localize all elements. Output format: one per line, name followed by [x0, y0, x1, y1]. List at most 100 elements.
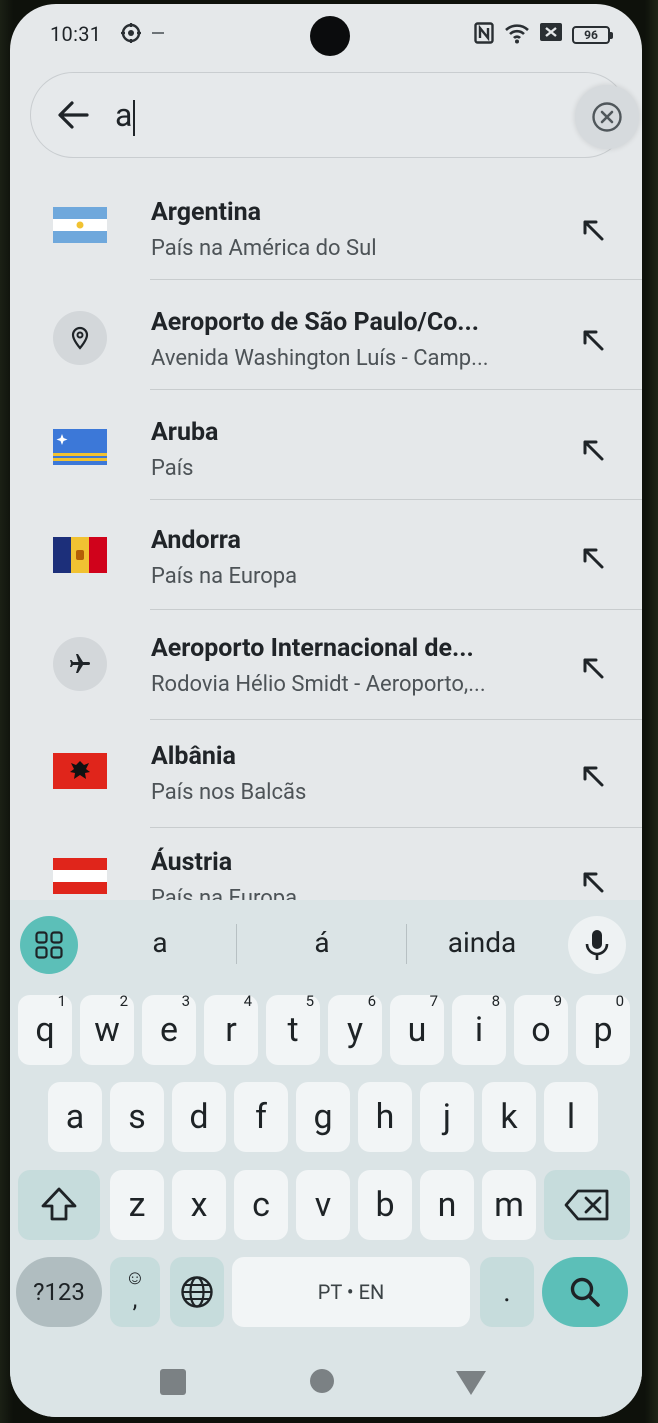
key-n[interactable]: n: [420, 1170, 474, 1240]
divider: [150, 279, 642, 280]
language-key[interactable]: [170, 1257, 224, 1327]
result-title: Albânia: [151, 742, 236, 771]
recents-button[interactable]: [160, 1369, 186, 1395]
space-key[interactable]: PT • EN: [232, 1257, 470, 1327]
search-query[interactable]: a: [115, 96, 132, 134]
battery-icon: 96: [572, 26, 613, 44]
result-title: Aeroporto Internacional de...: [151, 634, 474, 663]
key-k[interactable]: k: [482, 1082, 536, 1152]
divider: [150, 609, 642, 610]
microphone-icon: [585, 930, 609, 960]
key-j[interactable]: j: [420, 1082, 474, 1152]
list-item[interactable]: Albânia País nos Balcãs: [10, 720, 642, 828]
flag-aruba: [53, 429, 107, 465]
front-camera: [310, 16, 350, 56]
arrow-up-left-icon[interactable]: [580, 217, 606, 243]
key-e[interactable]: e3: [142, 992, 196, 1065]
arrow-up-left-icon[interactable]: [580, 763, 606, 789]
divider: [150, 389, 642, 390]
backspace-key[interactable]: [544, 1170, 630, 1240]
keyboard-apps-button[interactable]: [20, 916, 78, 974]
result-subtitle: País na Europa: [151, 564, 298, 589]
suggestion-item[interactable]: a: [110, 926, 210, 959]
dash-icon: [152, 32, 164, 34]
list-item[interactable]: Argentina País na América do Sul: [10, 172, 642, 280]
arrow-up-left-icon[interactable]: [580, 545, 606, 571]
arrow-up-left-icon[interactable]: [580, 869, 606, 895]
flag-argentina: [53, 207, 107, 243]
sim-icon: [540, 22, 562, 46]
key-d[interactable]: d: [172, 1082, 226, 1152]
list-item[interactable]: Aeroporto Internacional de... Rodovia Hé…: [10, 612, 642, 720]
suggestion-item[interactable]: ainda: [430, 926, 534, 959]
result-title: Aruba: [151, 418, 219, 447]
suggestion-item[interactable]: á: [272, 926, 372, 959]
symbols-key[interactable]: ?123: [16, 1257, 102, 1327]
arrow-left-icon[interactable]: [53, 95, 93, 135]
period-key[interactable]: .: [480, 1257, 534, 1327]
arrow-up-left-icon[interactable]: [580, 437, 606, 463]
key-i[interactable]: i8: [452, 992, 506, 1065]
result-subtitle: Rodovia Hélio Smidt - Aeroporto,...: [151, 672, 486, 697]
key-z[interactable]: z: [110, 1170, 164, 1240]
key-r[interactable]: r4: [204, 992, 258, 1065]
key-w[interactable]: w2: [80, 992, 134, 1065]
backspace-icon: [564, 1189, 609, 1221]
close-circle-icon: [592, 102, 622, 132]
wifi-icon: [504, 22, 530, 48]
key-q[interactable]: q1: [18, 992, 72, 1065]
key-h[interactable]: h: [358, 1082, 412, 1152]
key-g[interactable]: g: [296, 1082, 350, 1152]
key-b[interactable]: b: [358, 1170, 412, 1240]
key-v[interactable]: v: [296, 1170, 350, 1240]
divider: [150, 499, 642, 500]
emoji-comma-key[interactable]: ☺ ,: [110, 1257, 160, 1327]
status-time: 10:31: [50, 22, 102, 46]
location-pin-icon: [53, 311, 107, 365]
shift-icon: [41, 1187, 77, 1221]
key-f[interactable]: f: [234, 1082, 288, 1152]
result-title: Andorra: [151, 526, 241, 555]
key-s[interactable]: s: [110, 1082, 164, 1152]
nfc-icon: [474, 22, 494, 48]
list-item[interactable]: Aeroporto de São Paulo/Co... Avenida Was…: [10, 282, 642, 390]
search-icon: [570, 1277, 600, 1307]
result-subtitle: País nos Balcãs: [151, 780, 307, 805]
search-input[interactable]: a: [115, 95, 136, 136]
key-p[interactable]: p0: [576, 992, 630, 1065]
list-item[interactable]: Andorra País na Europa: [10, 502, 642, 610]
back-button[interactable]: [456, 1371, 486, 1395]
result-title: Aeroporto de São Paulo/Co...: [151, 308, 480, 337]
home-button[interactable]: [310, 1369, 334, 1393]
flag-albania: [53, 753, 107, 789]
key-x[interactable]: x: [172, 1170, 226, 1240]
key-t[interactable]: t5: [266, 992, 320, 1065]
navigation-bar: [10, 1345, 642, 1417]
key-y[interactable]: y6: [328, 992, 382, 1065]
search-enter-key[interactable]: [542, 1257, 628, 1327]
key-u[interactable]: u7: [390, 992, 444, 1065]
search-bar[interactable]: a: [30, 72, 639, 158]
list-item[interactable]: Áustria País na Europa: [10, 828, 642, 902]
result-title: Argentina: [151, 198, 261, 227]
flag-austria: [53, 858, 107, 894]
key-l[interactable]: l: [544, 1082, 598, 1152]
key-o[interactable]: o9: [514, 992, 568, 1065]
shift-key[interactable]: [18, 1170, 100, 1240]
key-c[interactable]: c: [234, 1170, 288, 1240]
status-bar: 10:31 96: [10, 4, 642, 66]
arrow-up-left-icon[interactable]: [580, 655, 606, 681]
flag-andorra: [53, 537, 107, 573]
clear-search-button[interactable]: [575, 85, 639, 149]
result-subtitle: País: [151, 456, 194, 481]
arrow-up-left-icon[interactable]: [580, 327, 606, 353]
voice-input-button[interactable]: [568, 916, 626, 974]
divider: [406, 924, 407, 964]
globe-icon: [181, 1276, 213, 1308]
list-item[interactable]: Aruba País: [10, 392, 642, 500]
comma-label: ,: [132, 1285, 138, 1313]
key-a[interactable]: a: [48, 1082, 102, 1152]
key-m[interactable]: m: [482, 1170, 536, 1240]
result-subtitle: Avenida Washington Luís - Camp...: [151, 346, 489, 371]
divider: [236, 924, 237, 964]
